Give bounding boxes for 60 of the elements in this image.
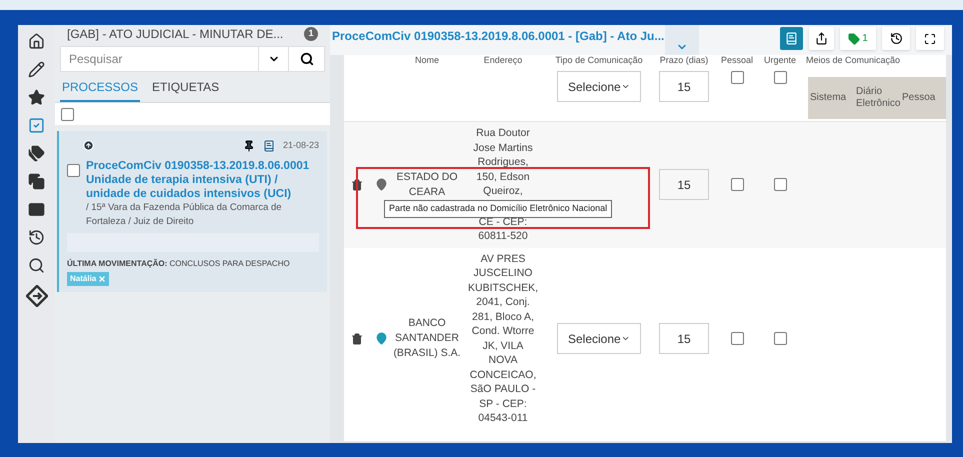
channel-column-header: Diário Eletrônico (856, 86, 898, 110)
queue-title: [GAB] - ATO JUDICIAL - MINUTAR DE... (67, 26, 284, 43)
share-button[interactable] (809, 27, 834, 50)
search-input[interactable]: Pesquisar (61, 47, 258, 71)
checkbox[interactable] (61, 108, 74, 120)
deadline-field[interactable]: 15 (659, 323, 709, 354)
party-name: BANCO SANTANDER (BRASIL) S.A. (392, 316, 462, 361)
deadline-field[interactable]: 15 (659, 169, 709, 200)
card-date: 21-08-23 (282, 139, 319, 152)
process-class: Unidade de terapia intensiva (UTI) / unidade de cuidados intensivos (UCI) (86, 172, 292, 200)
fullscreen-icon[interactable] (924, 32, 936, 44)
diamond-arrows-icon[interactable] (26, 285, 48, 307)
process-title: ProceComCiv 0190358-13.2019.8.06.0001 - [Gab] - Ato Ju... (331, 28, 665, 45)
copy-icon[interactable] (28, 173, 45, 190)
tooltip: Parte não cadastrada no Domicílio Eletrônico Nacional (384, 200, 612, 218)
checkbox[interactable] (730, 178, 744, 192)
column-header: Pessoal (720, 55, 754, 65)
notebook-button[interactable] (780, 27, 803, 50)
notebook-icon[interactable] (262, 140, 275, 152)
checkbox[interactable] (730, 332, 744, 345)
party-address: AV PRES JUSCELINO KUBITSCHEK, 2041, Conj. 281, Bloco A, Cond. Wtorre JK, VILA NOVA CONCEICAO, SãO PAULO - SP - CEP: 04543-011 (467, 252, 539, 426)
process-card[interactable] (57, 131, 327, 292)
deadline-field[interactable]: 15 (659, 71, 709, 102)
history-button[interactable] (882, 27, 910, 50)
checkbox-icon[interactable] (28, 117, 45, 134)
column-header: Nome (414, 55, 440, 65)
column-header: Prazo (dias) (658, 55, 710, 65)
column-header: Urgente (762, 55, 798, 65)
communication-select[interactable]: Selecione (557, 71, 641, 102)
communication-select[interactable]: Selecione (557, 323, 641, 354)
checkbox[interactable] (774, 178, 786, 192)
search-bar[interactable]: Pesquisar (60, 46, 325, 72)
checkbox[interactable] (730, 71, 744, 84)
party-name: ESTADO DO CEARA (395, 170, 459, 200)
search-icon[interactable] (28, 257, 45, 274)
party-address: Rua Doutor Jose Martins Rodrigues, 150, Edson Queiroz, (472, 126, 534, 198)
column-header: Tipo de Comunicação (554, 55, 644, 65)
checkbox[interactable] (774, 332, 786, 345)
last-movement: ÚLTIMA MOVIMENTAÇÃO: CONCLUSOS PARA DESPACHO (67, 258, 291, 270)
fullscreen-button[interactable] (916, 27, 944, 50)
channel-column-header: Sistema (810, 92, 848, 104)
channel-column-header: Pessoa (902, 92, 936, 104)
court-details: / 15ª Vara da Fazenda Pública da Comarca de Fortaleza / Juiz de Direito (86, 200, 283, 228)
checkbox[interactable] (67, 164, 80, 176)
tags-icon[interactable] (28, 145, 45, 162)
history-icon[interactable] (28, 229, 45, 246)
checkbox[interactable] (774, 71, 786, 84)
pencil-icon[interactable] (28, 61, 45, 78)
tag-icon[interactable] (848, 32, 860, 44)
column-header: Meios de Comunicação (805, 55, 902, 65)
history-icon[interactable] (890, 32, 902, 45)
tab[interactable]: ETIQUETAS (150, 78, 222, 102)
home-icon[interactable] (28, 33, 45, 50)
pin-icon[interactable] (242, 140, 255, 152)
tag-button[interactable]: 1 (840, 27, 876, 50)
column-header: Endereço (482, 55, 524, 65)
count-badge: 1 (304, 27, 318, 41)
party-address: CE - CEP: 60811-520 (477, 214, 529, 244)
share-icon[interactable] (815, 32, 828, 45)
star-icon[interactable] (28, 89, 45, 106)
